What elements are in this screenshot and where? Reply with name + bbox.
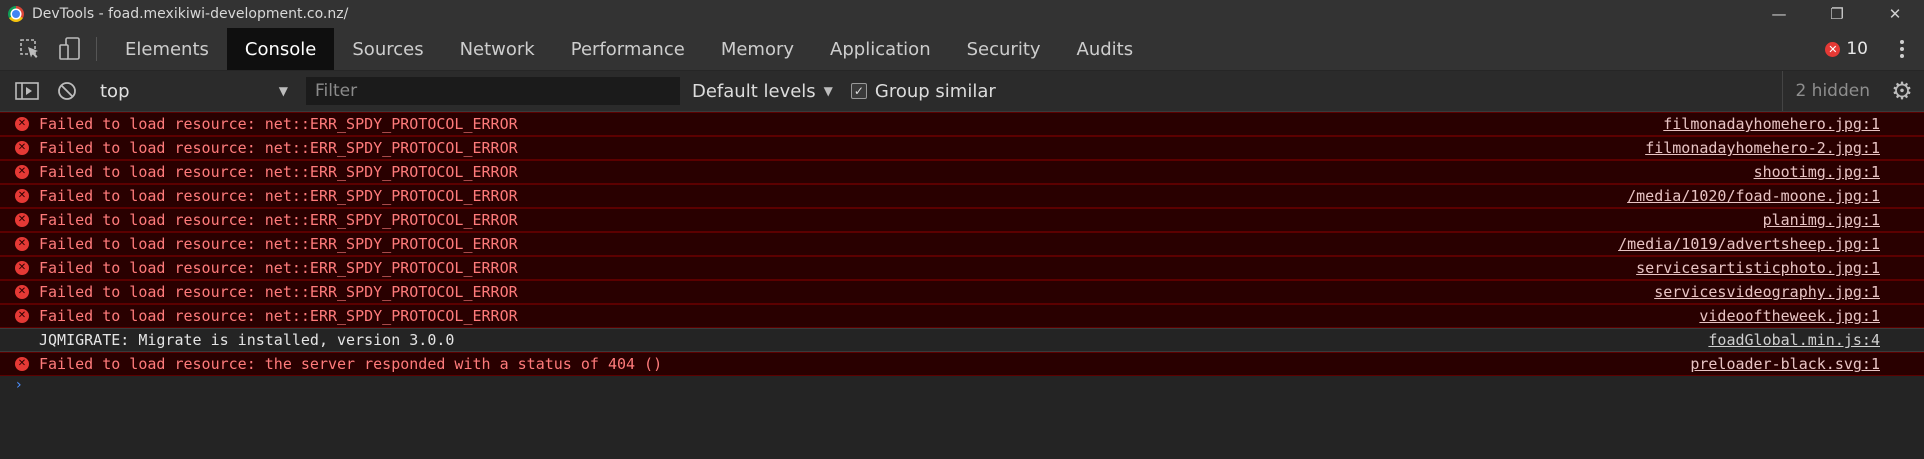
error-icon: ✕	[15, 237, 29, 251]
window-controls: — ❐ ✕	[1750, 0, 1924, 28]
tab-performance[interactable]: Performance	[553, 28, 703, 70]
chrome-logo-icon	[8, 6, 24, 22]
error-icon: ✕	[15, 285, 29, 299]
device-toolbar-icon[interactable]	[50, 28, 90, 70]
clear-console-icon[interactable]	[52, 70, 82, 112]
error-icon: ✕	[15, 189, 29, 203]
tab-memory[interactable]: Memory	[703, 28, 812, 70]
message-text: Failed to load resource: net::ERR_SPDY_P…	[39, 163, 518, 181]
console-message: ✕ Failed to load resource: net::ERR_SPDY…	[0, 136, 1924, 160]
window-title: DevTools - foad.mexikiwi-development.co.…	[32, 6, 349, 22]
inspect-element-icon[interactable]	[10, 28, 50, 70]
gear-icon[interactable]: ⚙	[1890, 79, 1914, 103]
message-source-link[interactable]: /media/1020/foad-moone.jpg:1	[1627, 185, 1880, 207]
error-icon: ✕	[15, 261, 29, 275]
message-text: Failed to load resource: net::ERR_SPDY_P…	[39, 211, 518, 229]
message-source-link[interactable]: servicesvideography.jpg:1	[1654, 281, 1880, 303]
message-source-link[interactable]: servicesartisticphoto.jpg:1	[1636, 257, 1880, 279]
error-icon: ✕	[15, 117, 29, 131]
console-prompt[interactable]: ›	[0, 376, 1924, 393]
console-messages: ✕ Failed to load resource: net::ERR_SPDY…	[0, 112, 1924, 393]
message-source-link[interactable]: shootimg.jpg:1	[1754, 161, 1880, 183]
message-text: Failed to load resource: net::ERR_SPDY_P…	[39, 139, 518, 157]
group-similar-label: Group similar	[874, 80, 996, 102]
tab-elements[interactable]: Elements	[107, 28, 227, 70]
console-message: ✕ Failed to load resource: net::ERR_SPDY…	[0, 208, 1924, 232]
tab-console[interactable]: Console	[226, 28, 335, 70]
chevron-down-icon: ▼	[278, 84, 288, 98]
maximize-button[interactable]: ❐	[1808, 0, 1866, 28]
devtools-main-toolbar: Elements Console Sources Network Perform…	[0, 28, 1924, 71]
window-title-bar: DevTools - foad.mexikiwi-development.co.…	[0, 0, 1924, 28]
group-similar-checkbox[interactable]: ✓	[850, 83, 867, 99]
console-message: ✕ Failed to load resource: the server re…	[0, 352, 1924, 376]
console-message: JQMIGRATE: Migrate is installed, version…	[0, 328, 1924, 352]
toolbar-divider	[96, 37, 97, 61]
message-text: Failed to load resource: net::ERR_SPDY_P…	[39, 283, 518, 301]
context-selector[interactable]: top ▼	[94, 76, 294, 106]
error-icon: ✕	[15, 165, 29, 179]
more-options-icon[interactable]	[1892, 28, 1912, 70]
message-text: Failed to load resource: net::ERR_SPDY_P…	[39, 115, 518, 133]
message-source-link[interactable]: preloader-black.svg:1	[1690, 353, 1880, 375]
message-text: Failed to load resource: net::ERR_SPDY_P…	[39, 307, 518, 325]
show-sidebar-icon[interactable]	[12, 70, 42, 112]
console-message: ✕ Failed to load resource: net::ERR_SPDY…	[0, 304, 1924, 328]
hidden-messages-count: 2 hidden	[1782, 71, 1870, 111]
console-message: ✕ Failed to load resource: net::ERR_SPDY…	[0, 112, 1924, 136]
filter-input[interactable]	[306, 77, 680, 105]
error-icon: ✕	[1825, 41, 1841, 57]
error-icon: ✕	[15, 309, 29, 323]
tab-security[interactable]: Security	[949, 28, 1059, 70]
tab-sources[interactable]: Sources	[334, 28, 441, 70]
message-source-link[interactable]: videooftheweek.jpg:1	[1699, 305, 1880, 327]
message-source-link[interactable]: /media/1019/advertsheep.jpg:1	[1618, 233, 1880, 255]
error-count-badge[interactable]: ✕ 10	[1825, 28, 1868, 70]
console-message: ✕ Failed to load resource: net::ERR_SPDY…	[0, 160, 1924, 184]
tab-network[interactable]: Network	[442, 28, 553, 70]
message-text: Failed to load resource: net::ERR_SPDY_P…	[39, 235, 518, 253]
context-value: top	[100, 80, 130, 102]
console-message: ✕ Failed to load resource: net::ERR_SPDY…	[0, 256, 1924, 280]
console-message: ✕ Failed to load resource: net::ERR_SPDY…	[0, 280, 1924, 304]
message-text: Failed to load resource: net::ERR_SPDY_P…	[39, 187, 518, 205]
console-toolbar: top ▼ Default levels ▼ ✓ Group similar 2…	[0, 71, 1924, 112]
message-source-link[interactable]: foadGlobal.min.js:4	[1708, 329, 1880, 351]
error-icon: ✕	[15, 141, 29, 155]
close-button[interactable]: ✕	[1866, 0, 1924, 28]
error-count: 10	[1846, 39, 1868, 59]
chevron-down-icon: ▼	[823, 84, 833, 98]
message-source-link[interactable]: filmonadayhomehero.jpg:1	[1663, 113, 1880, 135]
message-text: JQMIGRATE: Migrate is installed, version…	[39, 331, 455, 349]
message-text: Failed to load resource: net::ERR_SPDY_P…	[39, 259, 518, 277]
tab-audits[interactable]: Audits	[1059, 28, 1152, 70]
error-icon: ✕	[15, 213, 29, 227]
message-source-link[interactable]: planimg.jpg:1	[1763, 209, 1880, 231]
console-message: ✕ Failed to load resource: net::ERR_SPDY…	[0, 232, 1924, 256]
tab-application[interactable]: Application	[812, 28, 949, 70]
log-levels-label: Default levels	[692, 80, 816, 102]
console-message: ✕ Failed to load resource: net::ERR_SPDY…	[0, 184, 1924, 208]
message-source-link[interactable]: filmonadayhomehero-2.jpg:1	[1645, 137, 1880, 159]
log-levels-dropdown[interactable]: Default levels ▼	[692, 81, 833, 102]
message-text: Failed to load resource: the server resp…	[39, 355, 663, 373]
minimize-button[interactable]: —	[1750, 0, 1808, 28]
error-icon: ✕	[15, 357, 29, 371]
